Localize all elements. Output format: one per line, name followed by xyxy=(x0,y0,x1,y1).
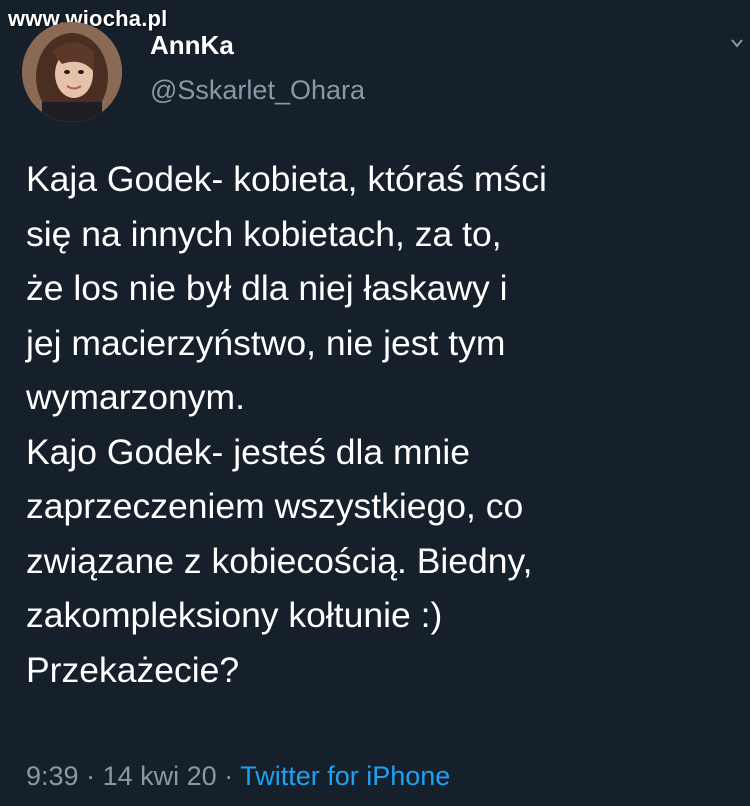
tweet-date[interactable]: 14 kwi 20 xyxy=(103,761,217,791)
tweet-meta: 9:39 · 14 kwi 20 · Twitter for iPhone xyxy=(26,756,450,796)
chevron-down-icon[interactable] xyxy=(730,36,744,50)
avatar-image xyxy=(22,22,122,122)
tweet-line: Przekażecie? xyxy=(26,649,240,690)
tweet-text: Kaja Godek- kobieta, któraś mści się na … xyxy=(26,152,736,697)
tweet-line: jej macierzyństwo, nie jest tym xyxy=(26,322,506,363)
tweet-line: związane z kobiecością. Biedny, xyxy=(26,540,533,581)
tweet-source-link[interactable]: Twitter for iPhone xyxy=(240,761,450,791)
tweet-time[interactable]: 9:39 xyxy=(26,761,79,791)
avatar[interactable] xyxy=(22,22,122,122)
meta-separator: · xyxy=(86,761,96,791)
tweet-line: zaprzeczeniem wszystkiego, co xyxy=(26,486,524,526)
tweet-line: wymarzonym. xyxy=(26,377,245,417)
display-name[interactable]: AnnKa xyxy=(150,28,365,62)
tweet-header: AnnKa @Sskarlet_Ohara xyxy=(150,28,365,108)
tweet-line: zakompleksiony kołtunie :) xyxy=(26,595,443,635)
meta-separator: · xyxy=(224,761,234,791)
user-handle[interactable]: @Sskarlet_Ohara xyxy=(150,72,365,108)
tweet-line: Kaja Godek- kobieta, któraś mści xyxy=(26,159,547,199)
tweet-line: się na innych kobietach, za to, xyxy=(26,213,502,254)
tweet-line: że los nie był dla niej łaskawy i xyxy=(26,268,508,308)
tweet-line: Kajo Godek- jesteś dla mnie xyxy=(26,431,470,472)
